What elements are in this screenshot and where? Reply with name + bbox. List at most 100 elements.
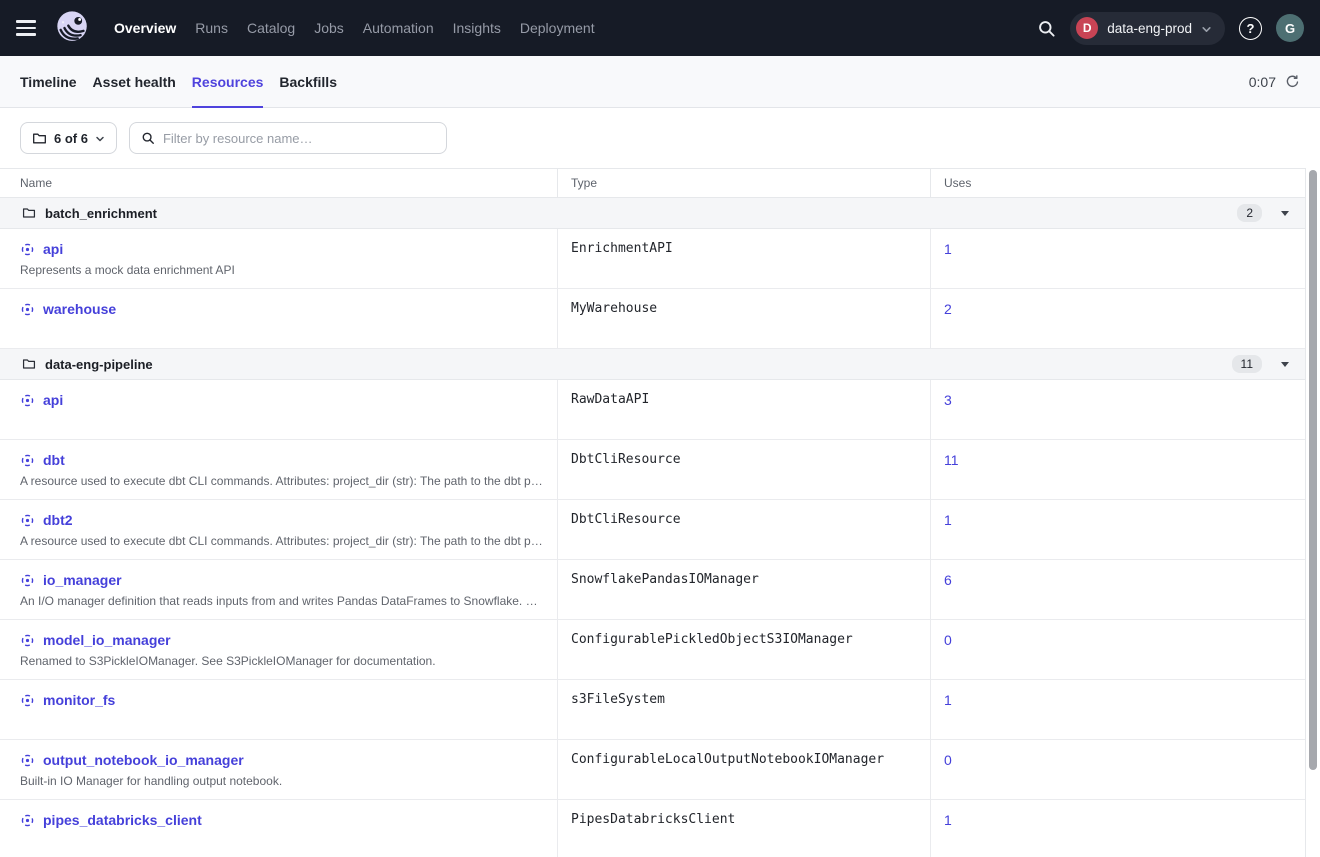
help-icon[interactable]: ? xyxy=(1239,17,1262,40)
group-name: data-eng-pipeline xyxy=(45,357,153,372)
column-header-uses: Uses xyxy=(930,169,1305,197)
resource-type: DbtCliResource xyxy=(557,440,930,499)
resource-uses-cell: 6 xyxy=(930,560,1305,619)
tabbar-right: 0:07 xyxy=(1249,74,1300,90)
resources-table-body: batch_enrichment 2 api Represents a mock… xyxy=(0,198,1305,857)
resource-link[interactable]: model_io_manager xyxy=(43,630,171,650)
nav-item-automation[interactable]: Automation xyxy=(363,20,434,36)
resource-description: A resource used to execute dbt CLI comma… xyxy=(20,473,545,489)
resource-description: A resource used to execute dbt CLI comma… xyxy=(20,533,545,549)
resource-type: PipesDatabricksClient xyxy=(557,800,930,857)
column-header-type: Type xyxy=(557,169,930,197)
nav-item-insights[interactable]: Insights xyxy=(453,20,501,36)
resource-description: An I/O manager definition that reads inp… xyxy=(20,593,545,609)
tab-resources[interactable]: Resources xyxy=(192,56,264,108)
resource-name-cell: io_manager An I/O manager definition tha… xyxy=(0,560,557,619)
resource-name-cell: warehouse xyxy=(0,289,557,348)
resource-description: Renamed to S3PickleIOManager. See S3Pick… xyxy=(20,653,545,669)
deployment-name: data-eng-prod xyxy=(1107,21,1192,36)
group-count-badge: 2 xyxy=(1237,204,1262,222)
refresh-icon[interactable] xyxy=(1285,74,1300,89)
resource-uses-link[interactable]: 1 xyxy=(944,812,952,828)
group-collapse-caret-icon[interactable] xyxy=(1279,358,1291,370)
resource-uses-cell: 0 xyxy=(930,620,1305,679)
vertical-scrollbar[interactable] xyxy=(1309,170,1317,770)
resource-link[interactable]: api xyxy=(43,239,63,259)
resource-row: model_io_manager Renamed to S3PickleIOMa… xyxy=(0,620,1305,680)
dagster-logo-icon[interactable] xyxy=(54,9,92,47)
resource-name-cell: output_notebook_io_manager Built-in IO M… xyxy=(0,740,557,799)
resource-uses-cell: 1 xyxy=(930,680,1305,739)
resource-uses-link[interactable]: 1 xyxy=(944,512,952,528)
group-count-badge: 11 xyxy=(1232,355,1262,373)
search-icon[interactable] xyxy=(1037,19,1056,38)
resource-link[interactable]: warehouse xyxy=(43,299,116,319)
resource-row: dbt A resource used to execute dbt CLI c… xyxy=(0,440,1305,500)
resources-table-header: Name Type Uses xyxy=(0,169,1305,198)
group-collapse-caret-icon[interactable] xyxy=(1279,207,1291,219)
resource-icon xyxy=(20,813,35,828)
overview-tab-bar: Timeline Asset health Resources Backfills 0… xyxy=(0,56,1320,108)
resource-link[interactable]: dbt xyxy=(43,450,65,470)
resource-icon xyxy=(20,753,35,768)
resource-name-cell: pipes_databricks_client xyxy=(0,800,557,857)
resource-uses-link[interactable]: 0 xyxy=(944,752,952,768)
resource-uses-cell: 2 xyxy=(930,289,1305,348)
group-name: batch_enrichment xyxy=(45,206,157,221)
resource-name-cell: dbt A resource used to execute dbt CLI c… xyxy=(0,440,557,499)
tab-backfills[interactable]: Backfills xyxy=(279,56,337,108)
deployment-switcher[interactable]: D data-eng-prod xyxy=(1070,12,1225,45)
chevron-down-icon xyxy=(1201,24,1212,35)
resource-icon xyxy=(20,453,35,468)
tab-asset-health[interactable]: Asset health xyxy=(93,56,176,108)
resource-uses-link[interactable]: 6 xyxy=(944,572,952,588)
resource-link[interactable]: io_manager xyxy=(43,570,122,590)
resource-uses-link[interactable]: 1 xyxy=(944,241,952,257)
resource-uses-cell: 1 xyxy=(930,500,1305,559)
resource-filter-field xyxy=(129,122,447,154)
menu-icon[interactable] xyxy=(16,15,42,41)
resource-name-cell: model_io_manager Renamed to S3PickleIOMa… xyxy=(0,620,557,679)
group-row: data-eng-pipeline 11 xyxy=(0,349,1305,380)
resource-uses-cell: 11 xyxy=(930,440,1305,499)
group-count-dropdown[interactable]: 6 of 6 xyxy=(20,122,117,154)
group-row: batch_enrichment 2 xyxy=(0,198,1305,229)
resource-link[interactable]: dbt2 xyxy=(43,510,73,530)
resource-uses-link[interactable]: 1 xyxy=(944,692,952,708)
resource-link[interactable]: monitor_fs xyxy=(43,690,115,710)
resource-type: SnowflakePandasIOManager xyxy=(557,560,930,619)
resource-uses-link[interactable]: 0 xyxy=(944,632,952,648)
resource-row: api RawDataAPI 3 xyxy=(0,380,1305,440)
nav-item-catalog[interactable]: Catalog xyxy=(247,20,295,36)
resource-name-cell: api Represents a mock data enrichment AP… xyxy=(0,229,557,288)
resource-filter-input[interactable] xyxy=(163,131,435,146)
resource-uses-link[interactable]: 2 xyxy=(944,301,952,317)
nav-item-overview[interactable]: Overview xyxy=(114,20,176,36)
user-avatar[interactable]: G xyxy=(1276,14,1304,42)
resource-type: DbtCliResource xyxy=(557,500,930,559)
folder-icon xyxy=(22,206,36,220)
resource-row: io_manager An I/O manager definition tha… xyxy=(0,560,1305,620)
resource-row: pipes_databricks_client PipesDatabricksC… xyxy=(0,800,1305,857)
resource-name-cell: dbt2 A resource used to execute dbt CLI … xyxy=(0,500,557,559)
resource-link[interactable]: api xyxy=(43,390,63,410)
group-count-label: 6 of 6 xyxy=(54,131,88,146)
resource-row: output_notebook_io_manager Built-in IO M… xyxy=(0,740,1305,800)
top-nav-right: D data-eng-prod ? G xyxy=(1037,12,1304,45)
resource-name-cell: api xyxy=(0,380,557,439)
top-navigation-bar: Overview Runs Catalog Jobs Automation Insight… xyxy=(0,0,1320,56)
resource-link[interactable]: pipes_databricks_client xyxy=(43,810,202,830)
nav-item-runs[interactable]: Runs xyxy=(195,20,228,36)
resource-icon xyxy=(20,633,35,648)
resource-name-cell: monitor_fs xyxy=(0,680,557,739)
resource-link[interactable]: output_notebook_io_manager xyxy=(43,750,244,770)
resource-row: warehouse MyWarehouse 2 xyxy=(0,289,1305,349)
nav-item-jobs[interactable]: Jobs xyxy=(314,20,344,36)
resource-type: MyWarehouse xyxy=(557,289,930,348)
resource-uses-link[interactable]: 3 xyxy=(944,392,952,408)
search-icon xyxy=(141,131,155,145)
tab-timeline[interactable]: Timeline xyxy=(20,56,77,108)
resource-uses-link[interactable]: 11 xyxy=(944,452,959,468)
nav-item-deployment[interactable]: Deployment xyxy=(520,20,595,36)
deployment-initial-badge: D xyxy=(1076,17,1098,39)
